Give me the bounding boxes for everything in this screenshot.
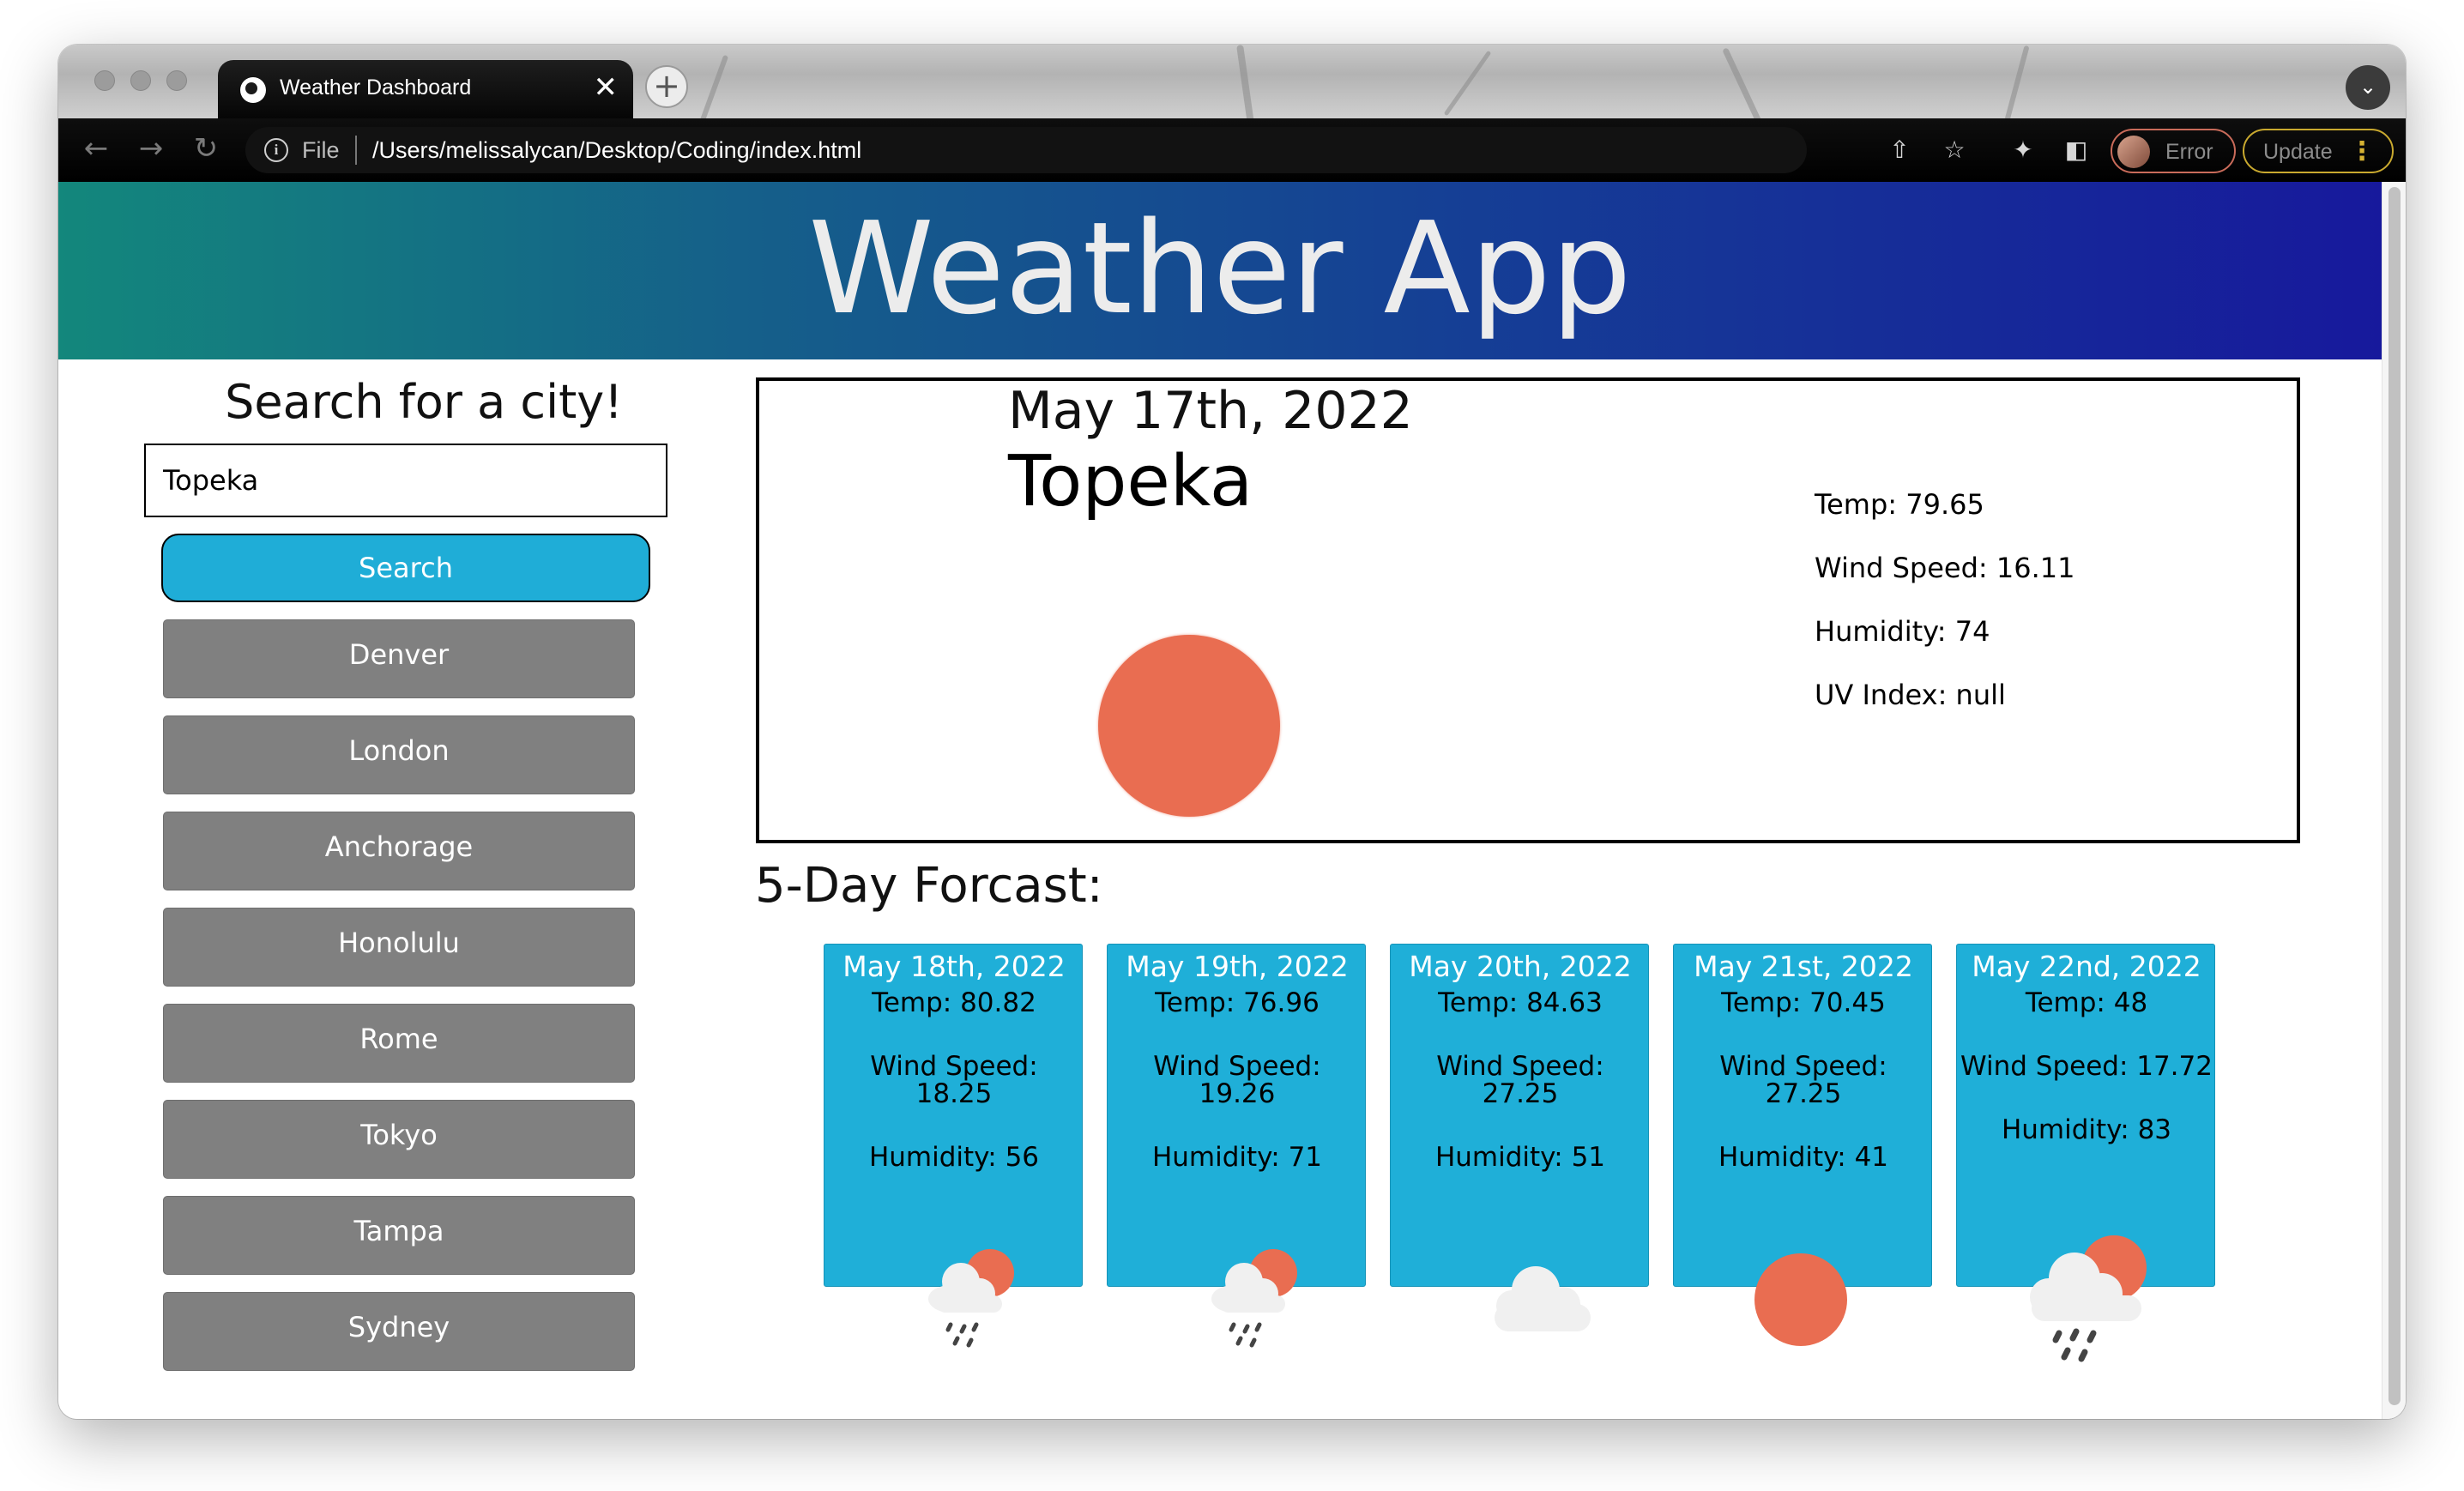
forecast-temp: Temp: 70.45 [1721, 987, 1886, 1018]
forecast-temp: Temp: 48 [2025, 987, 2148, 1018]
forecast-wind-value: 27.25 [1765, 1078, 1842, 1109]
new-tab-button[interactable]: + [645, 65, 688, 108]
page-scrollbar[interactable] [2382, 182, 2406, 1419]
share-icon[interactable]: ⇧ [1882, 134, 1917, 168]
city-button-rome[interactable]: Rome [163, 1004, 635, 1083]
forecast-wind-value: 27.25 [1482, 1078, 1559, 1109]
browser-window: Weather Dashboard ✕ + ⌄ ← → ↻ i File /Us… [58, 45, 2406, 1419]
forecast-date: May 18th, 2022 [842, 950, 1066, 983]
info-icon[interactable]: i [264, 138, 288, 162]
update-button[interactable]: Update ⋮ [2243, 129, 2394, 173]
app-header: Weather App [58, 182, 2382, 359]
forward-arrow-icon[interactable]: → [132, 130, 170, 168]
page-viewport: Weather App Search for a city! Search De… [58, 182, 2406, 1419]
forecast-temp: Temp: 76.96 [1155, 987, 1320, 1018]
tab-strip: Weather Dashboard ✕ + ⌄ [58, 45, 2406, 118]
forecast-humidity: Humidity: 71 [1151, 1142, 1323, 1173]
forecast-card: May 20th, 2022 Temp: 84.63 Wind Speed: 2… [1390, 944, 1649, 1287]
bookmark-star-icon[interactable]: ☆ [1937, 134, 1972, 168]
forecast-date: May 21st, 2022 [1694, 950, 1913, 983]
profile-error-label: Error [2165, 140, 2213, 164]
city-button-anchorage[interactable]: Anchorage [163, 812, 635, 890]
tab-search-chevron-icon[interactable]: ⌄ [2346, 65, 2390, 110]
url-text[interactable]: /Users/melissalycan/Desktop/Coding/index… [372, 137, 861, 164]
app-title: Weather App [808, 195, 1632, 342]
city-button-denver[interactable]: Denver [163, 619, 635, 698]
forecast-temp: Temp: 80.82 [872, 987, 1036, 1018]
rain-sun-icon [1211, 1249, 1297, 1348]
forecast-wind-value: 18.25 [915, 1078, 993, 1109]
current-wind-speed: Wind Speed: 16.11 [1815, 552, 2075, 584]
forecast-heading: 5-Day Forcast: [755, 858, 1103, 914]
rain-sun-icon [928, 1249, 1014, 1348]
forecast-wind-value: 19.26 [1199, 1078, 1276, 1109]
city-button-tokyo[interactable]: Tokyo [163, 1100, 635, 1179]
forecast-wind-label: Wind Speed: [1436, 1051, 1604, 1082]
forecast-humidity: Humidity: 83 [2001, 1114, 2172, 1145]
tab-title: Weather Dashboard [280, 75, 472, 100]
forecast-date: May 19th, 2022 [1126, 950, 1349, 983]
current-weather-panel: May 17th, 2022 Topeka Temp: 79.65 Wind S… [756, 377, 2300, 843]
current-temp: Temp: 79.65 [1815, 488, 1984, 521]
city-button-tampa[interactable]: Tampa [163, 1196, 635, 1275]
forecast-humidity: Humidity: 41 [1718, 1142, 1889, 1173]
url-scheme-label: File [302, 137, 340, 163]
address-bar[interactable]: i File /Users/melissalycan/Desktop/Codin… [245, 127, 1807, 173]
menu-dots-icon[interactable]: ⋮ [2349, 136, 2375, 168]
forecast-wind-label: Wind Speed: 17.72 [1960, 1051, 2213, 1082]
current-date: May 17th, 2022 [1008, 381, 1413, 441]
forecast-date: May 20th, 2022 [1409, 950, 1632, 983]
current-uv-index: UV Index: null [1815, 679, 2006, 711]
extensions-puzzle-icon[interactable]: ✦ [2006, 134, 2040, 168]
browser-toolbar: ← → ↻ i File /Users/melissalycan/Desktop… [58, 118, 2406, 182]
tab-close-icon[interactable]: ✕ [594, 70, 619, 105]
current-city: Topeka [1008, 441, 1253, 522]
forecast-wind-label: Wind Speed: [1719, 1051, 1887, 1082]
forecast-card: May 19th, 2022 Temp: 76.96 Wind Speed: 1… [1107, 944, 1366, 1287]
forecast-wind-label: Wind Speed: [1153, 1051, 1321, 1082]
city-search-input[interactable] [144, 444, 667, 517]
search-button[interactable]: Search [161, 534, 650, 602]
sun-icon [1098, 635, 1280, 817]
current-humidity: Humidity: 74 [1815, 615, 1990, 648]
window-close-dot[interactable] [94, 70, 115, 91]
city-button-honolulu[interactable]: Honolulu [163, 908, 635, 987]
forecast-wind-label: Wind Speed: [870, 1051, 1038, 1082]
sun-icon [1754, 1253, 1847, 1346]
side-panel-icon[interactable]: ◧ [2059, 134, 2093, 168]
profile-button[interactable]: Error [2111, 129, 2236, 173]
search-heading: Search for a city! [225, 375, 623, 429]
reload-icon[interactable]: ↻ [187, 130, 225, 168]
city-button-sydney[interactable]: Sydney [163, 1292, 635, 1371]
browser-tab[interactable]: Weather Dashboard ✕ [218, 60, 633, 118]
forecast-humidity: Humidity: 56 [868, 1142, 1040, 1173]
forecast-card: May 18th, 2022 Temp: 80.82 Wind Speed: 1… [824, 944, 1083, 1287]
address-divider [355, 136, 357, 165]
cloud-icon [1495, 1266, 1591, 1331]
city-button-london[interactable]: London [163, 715, 635, 794]
update-label: Update [2263, 140, 2333, 164]
back-arrow-icon[interactable]: ← [77, 130, 115, 168]
forecast-date: May 22nd, 2022 [1972, 950, 2201, 983]
window-zoom-dot[interactable] [166, 70, 187, 91]
scrollbar-thumb[interactable] [2389, 187, 2401, 1405]
forecast-card: May 21st, 2022 Temp: 70.45 Wind Speed: 2… [1673, 944, 1932, 1287]
avatar [2117, 136, 2150, 168]
window-minimize-dot[interactable] [130, 70, 151, 91]
globe-icon [240, 77, 266, 103]
forecast-temp: Temp: 84.63 [1438, 987, 1603, 1018]
forecast-humidity: Humidity: 51 [1434, 1142, 1606, 1173]
rain-sun-icon [2030, 1235, 2147, 1362]
